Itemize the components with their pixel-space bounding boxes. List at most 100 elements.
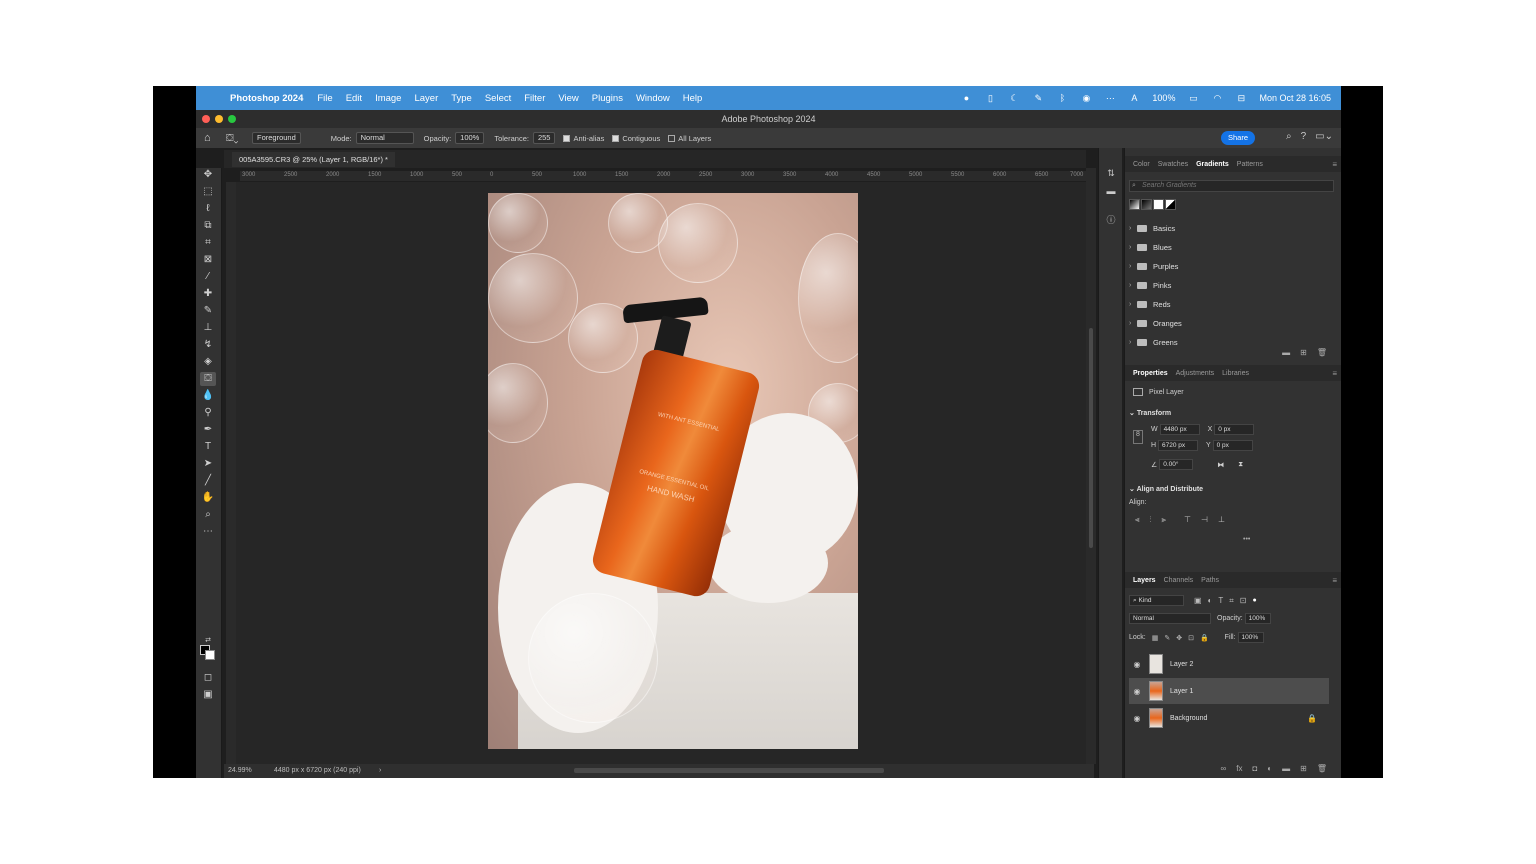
panel-menu-icon[interactable]: ≡ <box>1332 160 1337 169</box>
all-layers-checkbox[interactable] <box>668 134 676 142</box>
home-icon[interactable]: ⌂ <box>204 132 226 144</box>
trash-icon[interactable]: 🗑 <box>1317 764 1327 773</box>
zoom-tool-icon[interactable]: ⌕ <box>200 508 216 522</box>
tab-swatches[interactable]: Swatches <box>1158 161 1188 168</box>
align-section-title[interactable]: ⌄ Align and Distribute <box>1129 485 1203 493</box>
filter-icons[interactable]: ▣◐T⌗⊡ <box>1194 596 1253 606</box>
align-bottom-icon[interactable]: ⊥ <box>1218 515 1225 525</box>
tab-adjustments[interactable]: Adjustments <box>1176 370 1215 377</box>
tab-channels[interactable]: Channels <box>1164 577 1194 584</box>
zoom-level[interactable]: 24.99% <box>228 764 252 778</box>
gradient-preset[interactable] <box>1129 199 1140 210</box>
x-input[interactable]: 0 px <box>1214 424 1255 435</box>
tab-patterns[interactable]: Patterns <box>1237 161 1263 168</box>
more-options[interactable]: ••• <box>1243 536 1250 543</box>
lock-icons[interactable]: ▦✎✥⊡🔒 <box>1152 634 1215 642</box>
menu-file[interactable]: File <box>317 93 332 104</box>
stamp-tool-icon[interactable]: ⊥ <box>200 321 216 335</box>
new-group-icon[interactable]: ▬ <box>1282 764 1290 773</box>
gradient-folder[interactable]: › Purples <box>1129 258 1178 274</box>
battery-icon[interactable]: ▭ <box>1187 93 1199 103</box>
input-source-icon[interactable]: A <box>1128 93 1140 103</box>
layer-row[interactable]: ◉ Background 🔒 <box>1129 705 1329 731</box>
zoom-window-button[interactable] <box>228 115 236 123</box>
object-selection-tool-icon[interactable]: ⧉ <box>200 219 216 233</box>
gradient-folder[interactable]: › Greens <box>1129 334 1178 350</box>
filter-toggle-icon[interactable]: ● <box>1253 597 1257 604</box>
vertical-scrollbar[interactable] <box>1086 168 1096 764</box>
mode-select[interactable]: Normal <box>355 132 414 144</box>
menu-view[interactable]: View <box>558 93 578 104</box>
move-tool-icon[interactable]: ✥ <box>200 168 216 182</box>
gradient-folder[interactable]: › Blues <box>1129 239 1172 255</box>
flip-horizontal-icon[interactable]: ⧓ <box>1217 461 1224 469</box>
moon-icon[interactable]: ☾ <box>1008 93 1020 103</box>
eye-icon[interactable]: ◉ <box>1129 660 1145 669</box>
search-icon[interactable]: ⌕ <box>1286 131 1292 142</box>
bluetooth-icon[interactable]: ᛒ <box>1056 93 1068 103</box>
tab-properties[interactable]: Properties <box>1133 370 1168 377</box>
brush-tool-icon[interactable]: ✎ <box>200 304 216 318</box>
align-center-icon[interactable]: ⫶ <box>1150 515 1152 525</box>
menu-plugins[interactable]: Plugins <box>592 93 623 104</box>
flip-vertical-icon[interactable]: ⧗ <box>1238 461 1243 469</box>
tab-color[interactable]: Color <box>1133 161 1150 168</box>
kind-filter-select[interactable]: ⌕ Kind <box>1129 595 1184 606</box>
align-top-icon[interactable]: ⊤ <box>1184 515 1191 525</box>
menu-image[interactable]: Image <box>375 93 401 104</box>
angle-input[interactable]: 0.00° <box>1159 459 1194 470</box>
edit-icon[interactable]: ✎ <box>1032 93 1044 103</box>
history-brush-tool-icon[interactable]: ↯ <box>200 338 216 352</box>
clock[interactable]: Mon Oct 28 16:05 <box>1259 93 1331 103</box>
layer-opacity-input[interactable]: 100% <box>1244 613 1271 624</box>
paint-bucket-icon[interactable]: ⛋⌄ <box>226 133 252 144</box>
status-arrow[interactable]: › <box>379 764 381 778</box>
screen-mode-icon[interactable]: ▣ <box>200 688 216 702</box>
gradient-preset[interactable] <box>1153 199 1164 210</box>
quick-mask-icon[interactable]: ◻ <box>200 671 216 685</box>
fill-source-select[interactable]: Foreground <box>252 132 301 144</box>
adjustment-layer-icon[interactable]: ◐ <box>1267 764 1272 773</box>
path-selection-tool-icon[interactable]: ➤ <box>200 457 216 471</box>
y-input[interactable]: 0 px <box>1212 440 1253 451</box>
align-right-icon[interactable]: ⫸ <box>1162 515 1167 525</box>
scroll-thumb[interactable] <box>1089 328 1093 548</box>
eye-icon[interactable]: ◉ <box>1129 687 1145 696</box>
new-group-icon[interactable]: ▬ <box>1282 348 1290 357</box>
menu-window[interactable]: Window <box>636 93 670 104</box>
gradient-folder[interactable]: › Reds <box>1129 296 1171 312</box>
mic-icon[interactable]: ▯ <box>984 93 996 103</box>
wifi-icon[interactable]: ◠ <box>1211 93 1223 103</box>
lock-icon[interactable]: 🔒 <box>1307 714 1317 723</box>
hand-tool-icon[interactable]: ✋ <box>200 491 216 505</box>
tab-libraries[interactable]: Libraries <box>1222 370 1249 377</box>
link-icon[interactable]: 8 <box>1133 430 1143 444</box>
panel-menu-icon[interactable]: ≡ <box>1332 576 1337 585</box>
line-tool-icon[interactable]: ╱ <box>200 474 216 488</box>
gradient-preset[interactable] <box>1141 199 1152 210</box>
share-button[interactable]: Share <box>1221 131 1255 145</box>
panel-menu-icon[interactable]: ≡ <box>1332 369 1337 378</box>
fill-input[interactable]: 100% <box>1237 632 1264 643</box>
gradient-folder[interactable]: › Basics <box>1129 220 1175 236</box>
marquee-tool-icon[interactable]: ⬚ <box>200 185 216 199</box>
gradient-folder[interactable]: › Pinks <box>1129 277 1171 293</box>
horizontal-scrollbar[interactable] <box>574 768 884 773</box>
control-center-icon[interactable]: ⊟ <box>1235 93 1247 103</box>
crop-tool-icon[interactable]: ⌗ <box>200 236 216 250</box>
eye-icon[interactable]: ◉ <box>1129 714 1145 723</box>
more-tools-icon[interactable]: ⋯ <box>200 525 216 539</box>
transform-section-title[interactable]: ⌄ Transform <box>1129 409 1171 417</box>
eraser-tool-icon[interactable]: ◈ <box>200 355 216 369</box>
menu-edit[interactable]: Edit <box>346 93 362 104</box>
layer-row[interactable]: ◉ Layer 2 <box>1129 651 1329 677</box>
gradient-folder[interactable]: › Oranges <box>1129 315 1182 331</box>
minimize-window-button[interactable] <box>215 115 223 123</box>
pen-tool-icon[interactable]: ✒ <box>200 423 216 437</box>
menu-select[interactable]: Select <box>485 93 511 104</box>
width-input[interactable]: 4480 px <box>1159 424 1200 435</box>
new-gradient-icon[interactable]: ⊞ <box>1300 348 1307 357</box>
document-tab[interactable]: 005A3595.CR3 @ 25% (Layer 1, RGB/16*) * <box>232 152 395 167</box>
menu-help[interactable]: Help <box>683 93 703 104</box>
type-tool-icon[interactable]: T <box>200 440 216 454</box>
